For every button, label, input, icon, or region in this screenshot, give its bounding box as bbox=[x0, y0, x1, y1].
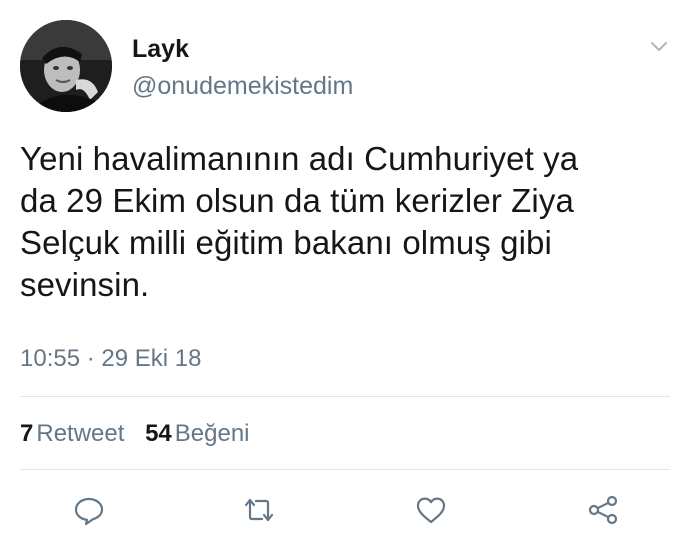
tweet-text-line: sevinsin. bbox=[20, 266, 150, 303]
avatar[interactable] bbox=[20, 20, 112, 112]
likes-stat[interactable]: 54 Beğeni bbox=[145, 419, 249, 449]
reply-icon[interactable] bbox=[72, 493, 106, 527]
tweet-text-line: Selçuk milli eğitim bakanı olmuş gibi bbox=[20, 224, 552, 261]
tweet-text-line: da 29 Ekim olsun da tüm kerizler Ziya bbox=[20, 182, 574, 219]
share-icon[interactable] bbox=[586, 493, 620, 527]
divider bbox=[20, 469, 670, 470]
retweets-label: Retweet bbox=[36, 420, 125, 447]
retweets-count: 7 bbox=[20, 420, 34, 447]
heart-icon[interactable] bbox=[414, 493, 448, 527]
author-name[interactable]: Layk bbox=[132, 34, 189, 64]
tweet-stats: 7 Retweet 54 Beğeni bbox=[20, 419, 264, 449]
chevron-down-icon[interactable] bbox=[646, 36, 672, 58]
tweet-text-line: Yeni havalimanının adı Cumhuriyet ya bbox=[20, 140, 579, 177]
tweet-timestamp[interactable]: 10:55 · 29 Eki 18 bbox=[20, 344, 201, 374]
avatar-photo bbox=[20, 20, 112, 112]
likes-count: 54 bbox=[145, 420, 172, 447]
retweets-stat[interactable]: 7 Retweet bbox=[20, 419, 124, 449]
retweet-icon[interactable] bbox=[242, 493, 276, 527]
author-handle[interactable]: @onudemekistedim bbox=[132, 71, 353, 101]
divider bbox=[20, 396, 670, 397]
likes-label: Beğeni bbox=[174, 420, 250, 447]
tweet-text: Yeni havalimanının adı Cumhuriyet ya da … bbox=[20, 138, 670, 306]
